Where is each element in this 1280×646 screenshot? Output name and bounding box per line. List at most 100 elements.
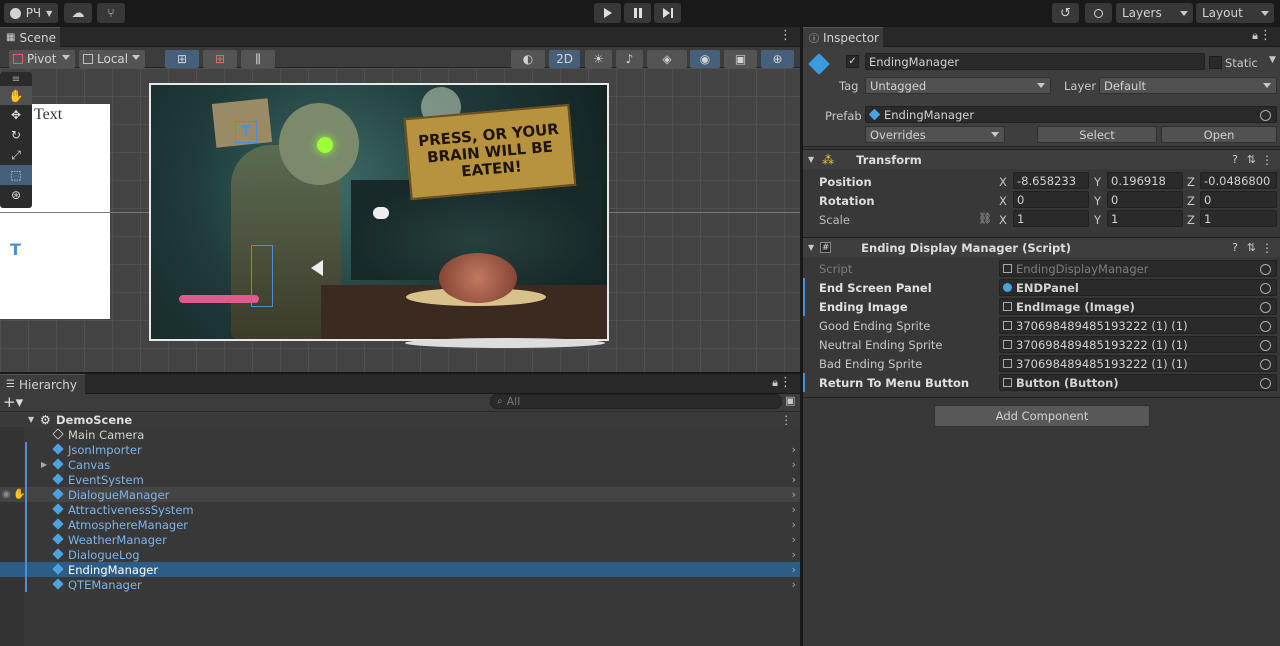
- search-button[interactable]: [1085, 3, 1112, 23]
- cloud-button[interactable]: ☁: [64, 3, 92, 23]
- rotate-tool-button[interactable]: ↻: [0, 125, 32, 145]
- lock-icon[interactable]: 🔒︎: [772, 376, 778, 390]
- position-y-field[interactable]: 0.196918: [1107, 172, 1183, 189]
- increment-snap-button[interactable]: ⊞: [203, 50, 237, 68]
- step-button[interactable]: [654, 3, 681, 23]
- scale-axis-label[interactable]: Z: [1187, 213, 1195, 227]
- chevron-right-icon[interactable]: ›: [792, 563, 796, 576]
- script-field-value[interactable]: EndImage (Image): [999, 298, 1277, 315]
- scale-tool-button[interactable]: ⤢: [0, 145, 32, 165]
- layer-dropdown[interactable]: Default: [1099, 77, 1277, 94]
- object-picker-icon[interactable]: [1260, 340, 1271, 351]
- scene-menu-icon[interactable]: ⋮: [781, 413, 793, 427]
- object-picker-icon[interactable]: [1260, 283, 1271, 294]
- hierarchy-item[interactable]: › EventSystem: [0, 472, 800, 487]
- hierarchy-item[interactable]: › JsonImporter: [0, 442, 800, 457]
- scale-axis-label[interactable]: Y: [1094, 213, 1101, 227]
- chevron-right-icon[interactable]: ›: [792, 503, 796, 516]
- tab-scene[interactable]: ▦ Scene: [0, 27, 60, 47]
- static-checkbox[interactable]: [1209, 56, 1222, 69]
- rotation-y-field[interactable]: 0: [1107, 191, 1183, 208]
- chevron-right-icon[interactable]: ›: [792, 533, 796, 546]
- rotation-x-field[interactable]: 0: [1013, 191, 1089, 208]
- position-axis-label[interactable]: Z: [1187, 175, 1195, 189]
- pivot-dropdown[interactable]: Pivot: [9, 50, 75, 68]
- layers-dropdown[interactable]: Layers: [1116, 3, 1193, 23]
- component-menu-icon[interactable]: ⋮: [1261, 153, 1273, 167]
- collab-button[interactable]: ⑂: [97, 3, 125, 23]
- position-x-field[interactable]: -8.658233: [1013, 172, 1089, 189]
- lighting-button[interactable]: ☀: [585, 50, 612, 68]
- position-axis-label[interactable]: X: [999, 175, 1007, 189]
- local-dropdown[interactable]: Local: [79, 50, 145, 68]
- camera-button[interactable]: ▣: [724, 50, 757, 68]
- hierarchy-item[interactable]: › ◉ ✋ DialogueManager: [0, 487, 800, 502]
- hierarchy-item[interactable]: Main Camera: [0, 427, 800, 442]
- lock-icon[interactable]: 🔒︎: [1252, 29, 1258, 43]
- layout-dropdown[interactable]: Layout: [1196, 3, 1274, 23]
- search-options-icon[interactable]: ▣: [785, 394, 795, 407]
- inspector-menu-icon[interactable]: ⋮: [1259, 28, 1272, 43]
- scale-x-field[interactable]: 1: [1013, 210, 1089, 227]
- rotation-z-field[interactable]: 0: [1200, 191, 1277, 208]
- account-dropdown[interactable]: РЧ ▼: [4, 3, 58, 23]
- presets-icon[interactable]: ⇅: [1247, 241, 1256, 254]
- mode-2d-button[interactable]: 2D: [549, 50, 580, 68]
- chevron-right-icon[interactable]: ›: [792, 518, 796, 531]
- tab-inspector[interactable]: ⓘ Inspector: [803, 27, 883, 47]
- effects-button[interactable]: ◈: [647, 50, 687, 68]
- prefab-asset-field[interactable]: EndingManager: [865, 106, 1277, 123]
- gizmos-button[interactable]: ⊕: [761, 50, 794, 68]
- active-checkbox[interactable]: ✓: [846, 55, 859, 68]
- position-axis-label[interactable]: Y: [1094, 175, 1101, 189]
- help-icon[interactable]: ?: [1232, 153, 1238, 166]
- scene-view[interactable]: Text T ≡ ✋ ✥ ↻ ⤢ ⬚ ⊛ T PRESS, OR YOUR BR…: [0, 68, 800, 372]
- hierarchy-item[interactable]: › QTEManager: [0, 577, 800, 592]
- constrain-proportions-icon[interactable]: ⛓: [978, 212, 992, 225]
- tag-dropdown[interactable]: Untagged: [865, 77, 1051, 94]
- scene-menu-icon[interactable]: ⋮: [779, 28, 792, 43]
- pause-button[interactable]: [624, 3, 651, 23]
- script-component-header[interactable]: ▼ # Ending Display Manager (Script) ? ⇅ …: [803, 237, 1280, 257]
- hand-tool-button[interactable]: ✋: [0, 86, 32, 105]
- chevron-right-icon[interactable]: ›: [792, 443, 796, 456]
- audio-button[interactable]: ♪: [616, 50, 643, 68]
- rect-tool-button[interactable]: ⬚: [0, 165, 32, 185]
- object-picker-icon[interactable]: [1260, 302, 1271, 313]
- hierarchy-item[interactable]: › WeatherManager: [0, 532, 800, 547]
- object-name-field[interactable]: EndingManager: [865, 53, 1205, 70]
- add-component-button[interactable]: Add Component: [934, 405, 1150, 427]
- presets-icon[interactable]: ⇅: [1247, 153, 1256, 166]
- hierarchy-item[interactable]: › DialogueLog: [0, 547, 800, 562]
- object-picker-icon[interactable]: [1260, 264, 1271, 275]
- hierarchy-item[interactable]: › AtmosphereManager: [0, 517, 800, 532]
- scene-root-row[interactable]: ▼ ⚙ DemoScene ⋮: [0, 412, 800, 427]
- object-picker-icon[interactable]: [1260, 321, 1271, 332]
- rotation-axis-label[interactable]: Z: [1187, 194, 1195, 208]
- object-picker-icon[interactable]: [1260, 378, 1271, 389]
- transform-tool-button[interactable]: ⊛: [0, 185, 32, 205]
- expand-arrow-icon[interactable]: ▶: [41, 460, 47, 469]
- rotation-axis-label[interactable]: X: [999, 194, 1007, 208]
- chevron-right-icon[interactable]: ›: [792, 548, 796, 561]
- script-field-value[interactable]: 370698489485193222 (1) (1): [999, 355, 1277, 372]
- chevron-right-icon[interactable]: ›: [792, 458, 796, 471]
- visibility-eye-icon[interactable]: ◉: [2, 489, 11, 500]
- select-prefab-button[interactable]: Select: [1037, 126, 1157, 143]
- component-menu-icon[interactable]: ⋮: [1261, 241, 1273, 255]
- chevron-right-icon[interactable]: ›: [792, 578, 796, 591]
- open-prefab-button[interactable]: Open: [1161, 126, 1277, 143]
- enabled-checkbox[interactable]: #: [820, 242, 832, 253]
- hierarchy-item[interactable]: › EndingManager: [0, 562, 800, 577]
- hierarchy-menu-icon[interactable]: ⋮: [779, 375, 792, 390]
- position-z-field[interactable]: -0.0486800: [1200, 172, 1277, 189]
- script-field-value[interactable]: 370698489485193222 (1) (1): [999, 336, 1277, 353]
- shading-mode-button[interactable]: ◐: [511, 50, 545, 68]
- help-icon[interactable]: ?: [1232, 241, 1238, 254]
- overrides-dropdown[interactable]: Overrides: [865, 126, 1005, 143]
- chevron-right-icon[interactable]: ›: [792, 488, 796, 501]
- object-picker-icon[interactable]: [1260, 359, 1271, 370]
- add-icon[interactable]: +▾: [3, 393, 23, 411]
- transform-header[interactable]: ▼ ⁂ Transform ? ⇅ ⋮: [803, 149, 1280, 169]
- object-picker-icon[interactable]: [1260, 110, 1271, 121]
